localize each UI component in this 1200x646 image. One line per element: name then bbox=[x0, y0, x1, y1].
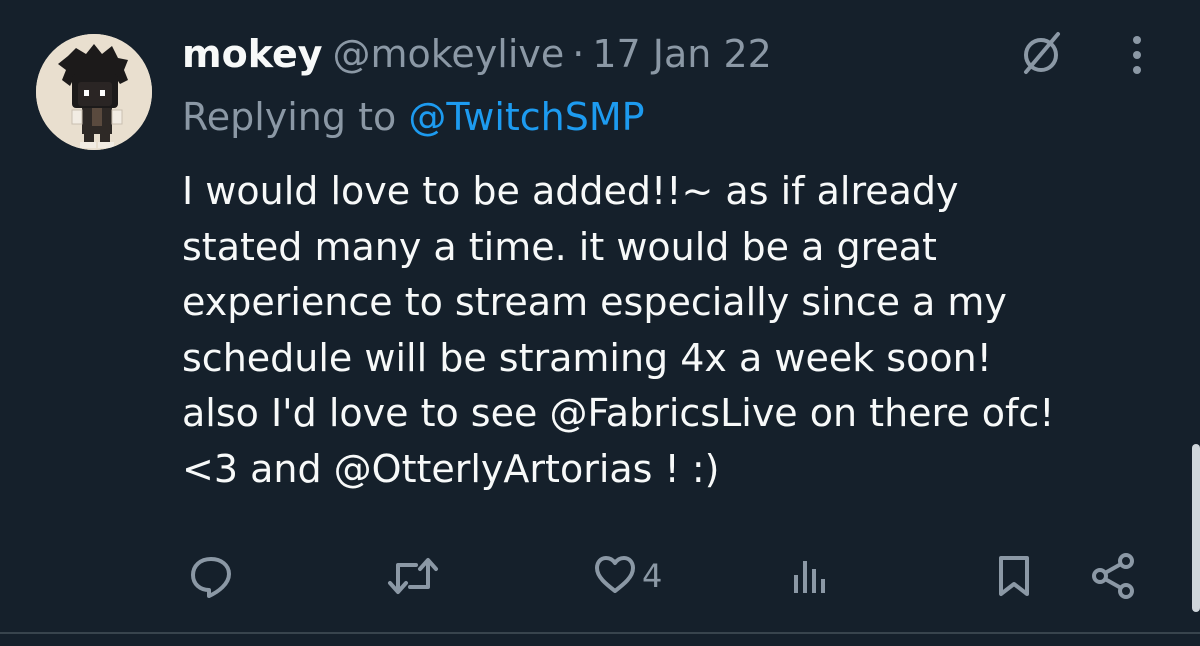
tweet-text: I would love to be added!!~ as if alread… bbox=[182, 164, 1182, 497]
share-button[interactable] bbox=[1088, 548, 1140, 604]
tweet-header: mokey @mokeylive · 17 Jan 22 bbox=[182, 28, 772, 80]
like-count: 4 bbox=[642, 557, 663, 595]
avatar[interactable] bbox=[36, 34, 152, 150]
like-button[interactable]: 4 bbox=[592, 548, 662, 604]
reply-prefix: Replying to bbox=[182, 95, 397, 139]
tweet-text-line: I would love to be added!!~ as if alread… bbox=[182, 169, 959, 213]
reply-bubble-icon bbox=[191, 557, 231, 598]
user-handle[interactable]: @mokeylive bbox=[333, 32, 565, 76]
share-icon bbox=[1092, 553, 1134, 599]
tweet-text-line: also I'd love to see @FabricsLive on the… bbox=[182, 391, 1055, 435]
bookmark-icon bbox=[999, 556, 1029, 596]
bookmark-button[interactable] bbox=[994, 548, 1034, 604]
tweet-actions: 4 bbox=[0, 548, 1200, 604]
pixel-character-avatar-icon bbox=[36, 34, 152, 150]
retweet-icon bbox=[388, 558, 438, 594]
scrollbar[interactable] bbox=[1192, 444, 1200, 612]
tweet-divider bbox=[0, 632, 1200, 634]
tweet-text-line: experience to stream especially since a … bbox=[182, 280, 1007, 324]
retweet-button[interactable] bbox=[386, 548, 440, 604]
grok-icon[interactable] bbox=[1016, 28, 1066, 78]
tweet-text-line: stated many a time. it would be a great bbox=[182, 224, 937, 269]
tweet-text-line: <3 and @OtterlyArtorias ! :) bbox=[182, 446, 720, 491]
timestamp[interactable]: 17 Jan 22 bbox=[592, 32, 771, 76]
tweet-text-line: schedule will be straming 4x a week soon… bbox=[182, 335, 992, 380]
heart-icon bbox=[595, 556, 635, 593]
views-button[interactable] bbox=[788, 548, 832, 604]
reply-button[interactable] bbox=[186, 548, 236, 604]
header-separator: · bbox=[572, 32, 585, 76]
views-bar-chart-icon bbox=[794, 561, 825, 593]
tweet[interactable]: mokey @mokeylive · 17 Jan 22 Replying to @T… bbox=[0, 0, 1200, 646]
reply-target-link[interactable]: @TwitchSMP bbox=[408, 95, 644, 139]
reply-context: Replying to @TwitchSMP bbox=[182, 92, 645, 142]
more-vertical-icon[interactable] bbox=[1122, 32, 1152, 78]
display-name[interactable]: mokey bbox=[182, 32, 323, 76]
